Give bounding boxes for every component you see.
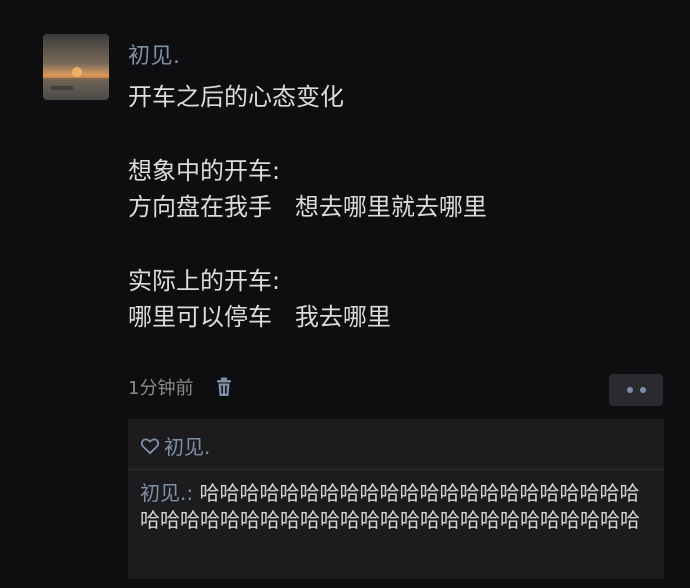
interaction-panel: 初见. 初见.: 哈哈哈哈哈哈哈哈哈哈哈哈哈哈哈哈哈哈哈哈哈哈哈哈哈哈哈哈哈哈哈… [128,419,664,579]
post-text-line: 实际上的开车: [128,267,281,295]
more-dot [626,387,633,393]
comment-author[interactable]: 初见. [140,481,186,505]
comment-text: 哈哈哈哈哈哈哈哈哈哈哈哈哈哈哈哈哈哈哈哈哈哈哈哈哈哈哈哈哈哈哈哈哈哈哈哈哈哈哈哈… [140,481,640,532]
post-content: 开车之后的心态变化 想象中的开车: 方向盘在我手 想去哪里就去哪里 实际上的开车… [128,79,658,335]
post-username[interactable]: 初见. [128,38,181,70]
avatar[interactable] [43,34,109,100]
more-dot [639,387,646,393]
more-dots-icon[interactable] [609,374,663,406]
post-meta: 1分钟前 [128,374,235,400]
divider [128,469,664,470]
post-timestamp: 1分钟前 [128,378,194,399]
heart-icon [140,436,160,456]
post-text-line: 想象中的开车: [128,157,281,185]
comment[interactable]: 初见.: 哈哈哈哈哈哈哈哈哈哈哈哈哈哈哈哈哈哈哈哈哈哈哈哈哈哈哈哈哈哈哈哈哈哈哈… [140,480,652,534]
trash-icon[interactable] [213,376,235,398]
post-text-line: 哪里可以停车 我去哪里 [128,303,391,331]
likes-row: 初见. [140,431,210,460]
like-username[interactable]: 初见. [164,431,210,460]
post-text-line: 方向盘在我手 想去哪里就去哪里 [128,193,487,221]
post-text-line: 开车之后的心态变化 [128,83,344,111]
comment-separator: : [186,481,200,505]
